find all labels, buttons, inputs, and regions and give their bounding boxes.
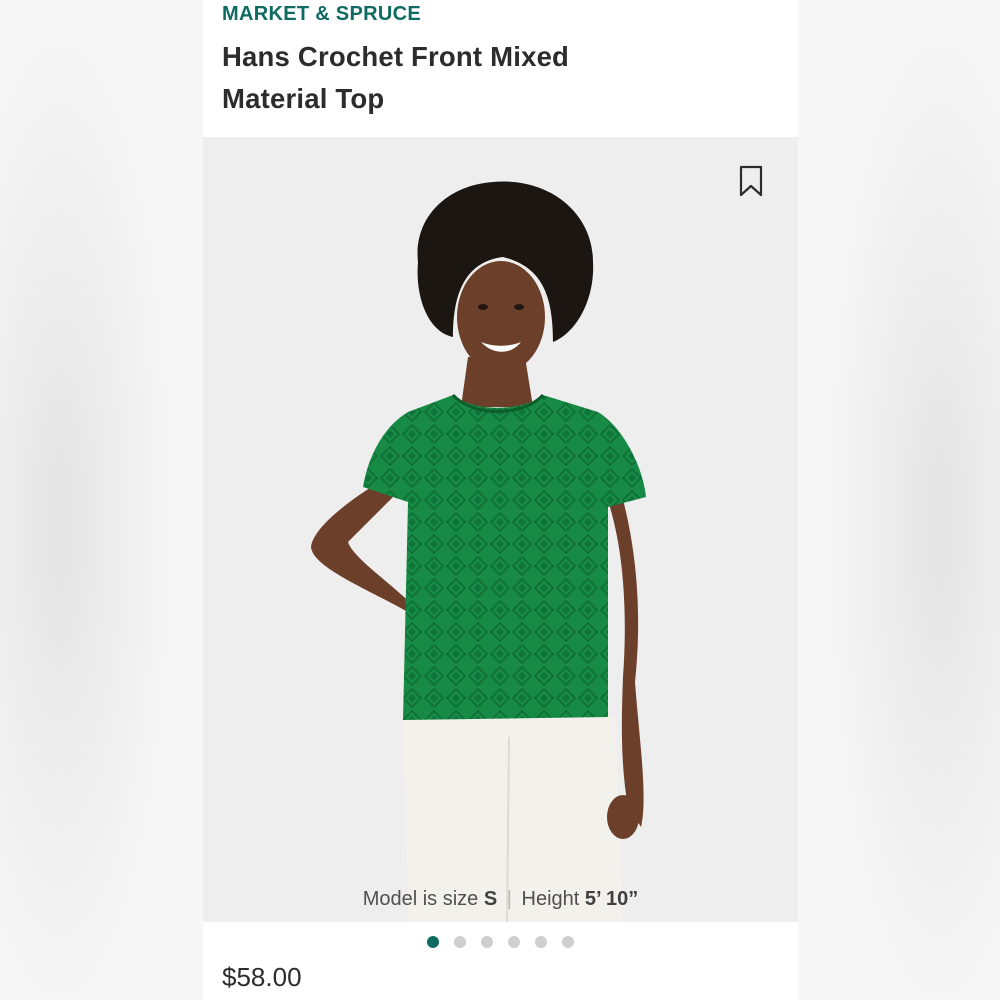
product-photo: [311, 181, 646, 922]
carousel-dot-2[interactable]: [454, 936, 466, 948]
model-size-value: S: [483, 888, 498, 910]
product-price: $58.00: [222, 962, 302, 992]
product-image-carousel[interactable]: [203, 137, 798, 922]
carousel-dot-3[interactable]: [481, 936, 493, 948]
caption-separator: |: [506, 888, 512, 910]
model-height-label: Height: [521, 888, 580, 910]
carousel-dot-4[interactable]: [508, 936, 520, 948]
carousel-pagination: [203, 936, 798, 948]
bookmark-icon[interactable]: [739, 165, 763, 197]
product-screen: MARKET & SPRUCE Hans Crochet Front Mixed…: [203, 0, 798, 1000]
brand-name[interactable]: MARKET & SPRUCE: [222, 3, 421, 26]
model-size-caption: Model is size S | Height 5’ 10”: [203, 888, 798, 911]
product-title: Hans Crochet Front Mixed Material Top: [222, 41, 570, 114]
carousel-dot-1[interactable]: [427, 936, 439, 948]
carousel-dot-5[interactable]: [535, 936, 547, 948]
model-height-value: 5’ 10”: [584, 888, 639, 910]
model-size-label: Model is size: [362, 888, 479, 910]
carousel-dot-6[interactable]: [562, 936, 574, 948]
